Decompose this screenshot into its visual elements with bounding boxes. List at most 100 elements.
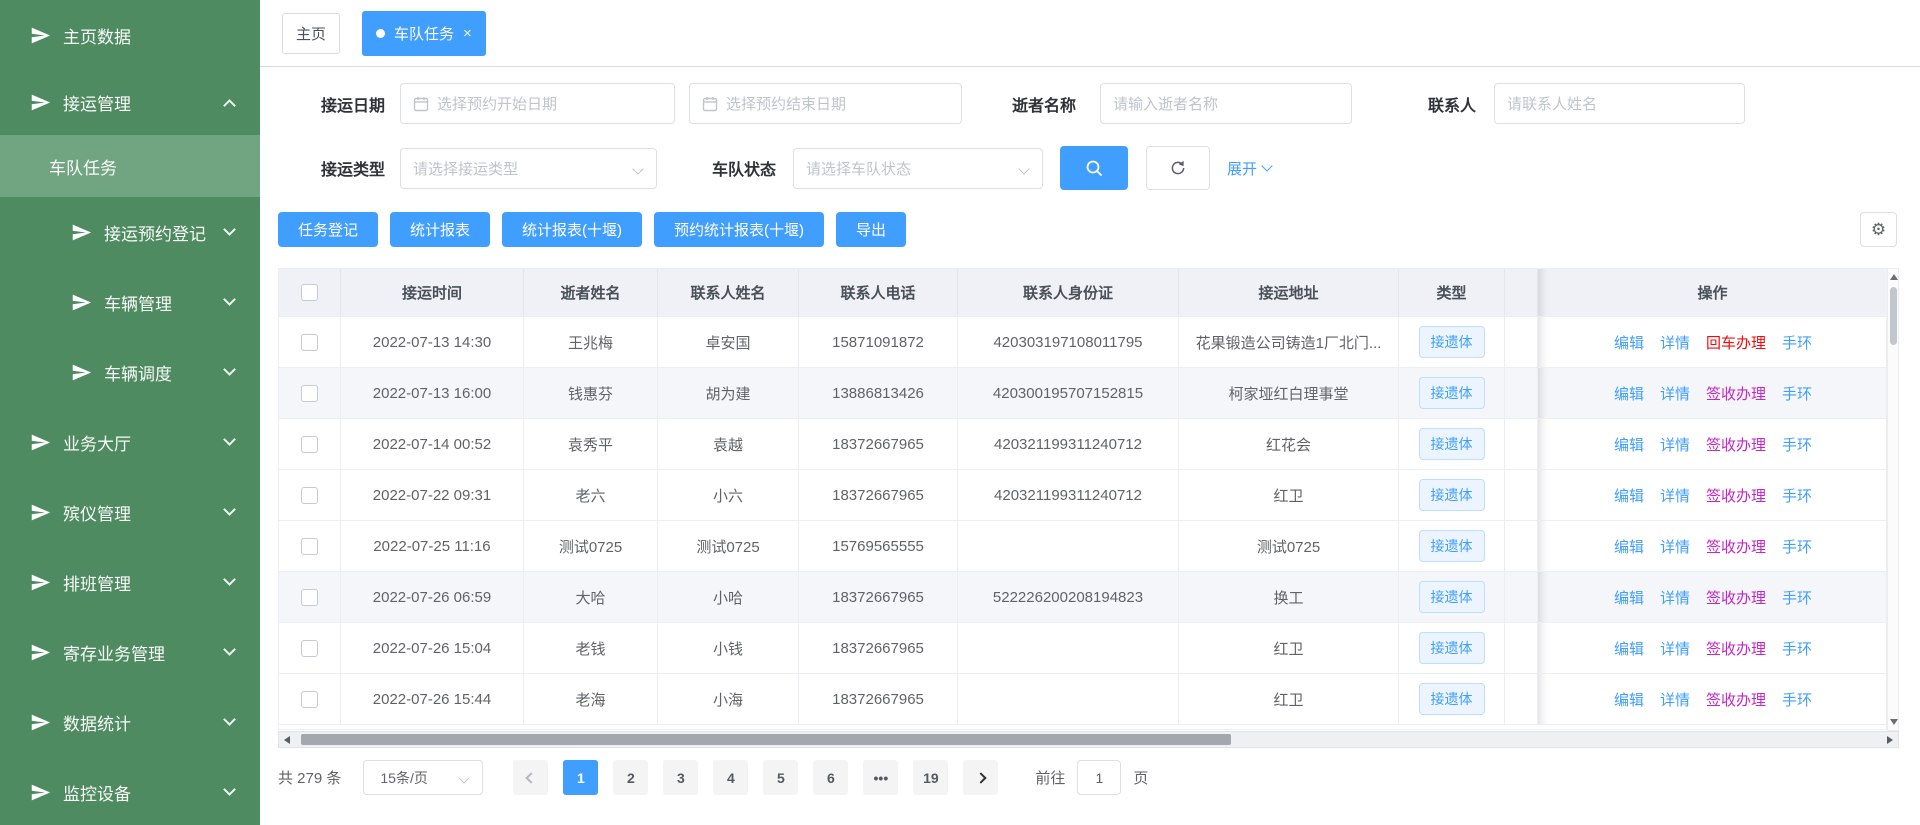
- vertical-scrollbar[interactable]: [1887, 268, 1899, 731]
- action-band-link[interactable]: 手环: [1782, 536, 1812, 557]
- tab-home[interactable]: 主页: [282, 13, 340, 54]
- action-sign-link[interactable]: 签收办理: [1706, 689, 1766, 710]
- row-checkbox[interactable]: [301, 691, 318, 708]
- toolbar-button-2[interactable]: 统计报表(十堰): [502, 212, 642, 247]
- row-checkbox[interactable]: [301, 385, 318, 402]
- action-detail-link[interactable]: 详情: [1660, 383, 1690, 404]
- page-button-6[interactable]: 6: [813, 760, 848, 795]
- sidebar-item-8[interactable]: 排班管理: [0, 547, 260, 617]
- scroll-down-arrow-icon[interactable]: [1890, 719, 1898, 725]
- action-edit-link[interactable]: 编辑: [1614, 434, 1644, 455]
- goto-page-input[interactable]: [1077, 760, 1121, 795]
- action-edit-link[interactable]: 编辑: [1614, 689, 1644, 710]
- page-more-button[interactable]: •••: [863, 760, 898, 795]
- sidebar-item-6[interactable]: 业务大厅: [0, 407, 260, 477]
- type-badge[interactable]: 接遗体: [1419, 326, 1485, 358]
- search-button[interactable]: [1060, 146, 1128, 190]
- select-all-checkbox[interactable]: [301, 284, 318, 301]
- action-edit-link[interactable]: 编辑: [1614, 638, 1644, 659]
- prev-page-button[interactable]: [513, 760, 548, 795]
- horizontal-scrollbar[interactable]: [278, 731, 1899, 748]
- action-detail-link[interactable]: 详情: [1660, 536, 1690, 557]
- contact-input[interactable]: 请联系人姓名: [1494, 83, 1745, 124]
- page-button-5[interactable]: 5: [763, 760, 798, 795]
- pickup-type-select[interactable]: 请选择接运类型: [400, 148, 657, 189]
- action-sign-link[interactable]: 签收办理: [1706, 638, 1766, 659]
- row-checkbox[interactable]: [301, 589, 318, 606]
- page-button-4[interactable]: 4: [713, 760, 748, 795]
- type-badge[interactable]: 接遗体: [1419, 428, 1485, 460]
- scroll-right-arrow-icon[interactable]: [1887, 736, 1893, 744]
- fleet-status-select[interactable]: 请选择车队状态: [793, 148, 1043, 189]
- action-band-link[interactable]: 手环: [1782, 689, 1812, 710]
- sidebar-item-1[interactable]: 接运管理: [0, 70, 260, 135]
- action-band-link[interactable]: 手环: [1782, 332, 1812, 353]
- action-detail-link[interactable]: 详情: [1660, 332, 1690, 353]
- sidebar-item-3[interactable]: 接运预约登记: [0, 197, 260, 267]
- page-button-1[interactable]: 1: [563, 760, 598, 795]
- next-page-button[interactable]: [963, 760, 998, 795]
- type-badge[interactable]: 接遗体: [1419, 530, 1485, 562]
- toolbar-button-4[interactable]: 导出: [836, 212, 906, 247]
- action-sign-link[interactable]: 签收办理: [1706, 434, 1766, 455]
- action-band-link[interactable]: 手环: [1782, 383, 1812, 404]
- type-badge[interactable]: 接遗体: [1419, 632, 1485, 664]
- scroll-up-arrow-icon[interactable]: [1890, 274, 1898, 280]
- sidebar-item-2[interactable]: 车队任务: [0, 135, 260, 197]
- page-size-select[interactable]: 15条/页: [363, 760, 483, 795]
- action-edit-link[interactable]: 编辑: [1614, 536, 1644, 557]
- refresh-button[interactable]: [1146, 146, 1210, 190]
- date-end-input[interactable]: 选择预约结束日期: [689, 83, 962, 124]
- action-band-link[interactable]: 手环: [1782, 587, 1812, 608]
- action-detail-link[interactable]: 详情: [1660, 689, 1690, 710]
- sidebar-item-0[interactable]: 主页数据: [0, 0, 260, 70]
- page-button-3[interactable]: 3: [663, 760, 698, 795]
- horizontal-scroll-thumb[interactable]: [301, 734, 1231, 745]
- row-checkbox[interactable]: [301, 538, 318, 555]
- action-edit-link[interactable]: 编辑: [1614, 383, 1644, 404]
- action-return-link[interactable]: 回车办理: [1706, 332, 1766, 353]
- date-start-input[interactable]: 选择预约开始日期: [400, 83, 675, 124]
- page-button-19[interactable]: 19: [913, 760, 948, 795]
- sidebar-item-10[interactable]: 数据统计: [0, 687, 260, 757]
- type-badge[interactable]: 接遗体: [1419, 581, 1485, 613]
- action-band-link[interactable]: 手环: [1782, 485, 1812, 506]
- tab-fleet-tasks[interactable]: 车队任务 ×: [362, 11, 486, 56]
- action-detail-link[interactable]: 详情: [1660, 485, 1690, 506]
- sidebar-item-4[interactable]: 车辆管理: [0, 267, 260, 337]
- action-edit-link[interactable]: 编辑: [1614, 587, 1644, 608]
- page-button-2[interactable]: 2: [613, 760, 648, 795]
- deceased-name-input[interactable]: 请输入逝者名称: [1100, 83, 1352, 124]
- table-settings-button[interactable]: ⚙: [1860, 212, 1897, 247]
- action-band-link[interactable]: 手环: [1782, 638, 1812, 659]
- action-edit-link[interactable]: 编辑: [1614, 485, 1644, 506]
- chevron-down-icon: [632, 163, 643, 174]
- action-sign-link[interactable]: 签收办理: [1706, 536, 1766, 557]
- sidebar-item-5[interactable]: 车辆调度: [0, 337, 260, 407]
- action-edit-link[interactable]: 编辑: [1614, 332, 1644, 353]
- type-badge[interactable]: 接遗体: [1419, 377, 1485, 409]
- sidebar-item-9[interactable]: 寄存业务管理: [0, 617, 260, 687]
- action-detail-link[interactable]: 详情: [1660, 638, 1690, 659]
- toolbar-button-1[interactable]: 统计报表: [390, 212, 490, 247]
- expand-toggle[interactable]: 展开: [1227, 158, 1271, 179]
- toolbar-button-0[interactable]: 任务登记: [278, 212, 378, 247]
- tab-close-icon[interactable]: ×: [463, 26, 472, 41]
- type-badge[interactable]: 接遗体: [1419, 683, 1485, 715]
- row-checkbox[interactable]: [301, 487, 318, 504]
- row-checkbox[interactable]: [301, 436, 318, 453]
- action-band-link[interactable]: 手环: [1782, 434, 1812, 455]
- sidebar-item-7[interactable]: 殡仪管理: [0, 477, 260, 547]
- action-detail-link[interactable]: 详情: [1660, 434, 1690, 455]
- type-badge[interactable]: 接遗体: [1419, 479, 1485, 511]
- action-sign-link[interactable]: 签收办理: [1706, 587, 1766, 608]
- vertical-scroll-thumb[interactable]: [1890, 287, 1897, 345]
- action-sign-link[interactable]: 签收办理: [1706, 485, 1766, 506]
- action-detail-link[interactable]: 详情: [1660, 587, 1690, 608]
- row-checkbox[interactable]: [301, 334, 318, 351]
- toolbar-button-3[interactable]: 预约统计报表(十堰): [654, 212, 824, 247]
- scroll-left-arrow-icon[interactable]: [284, 736, 290, 744]
- sidebar-item-11[interactable]: 监控设备: [0, 757, 260, 825]
- action-sign-link[interactable]: 签收办理: [1706, 383, 1766, 404]
- row-checkbox[interactable]: [301, 640, 318, 657]
